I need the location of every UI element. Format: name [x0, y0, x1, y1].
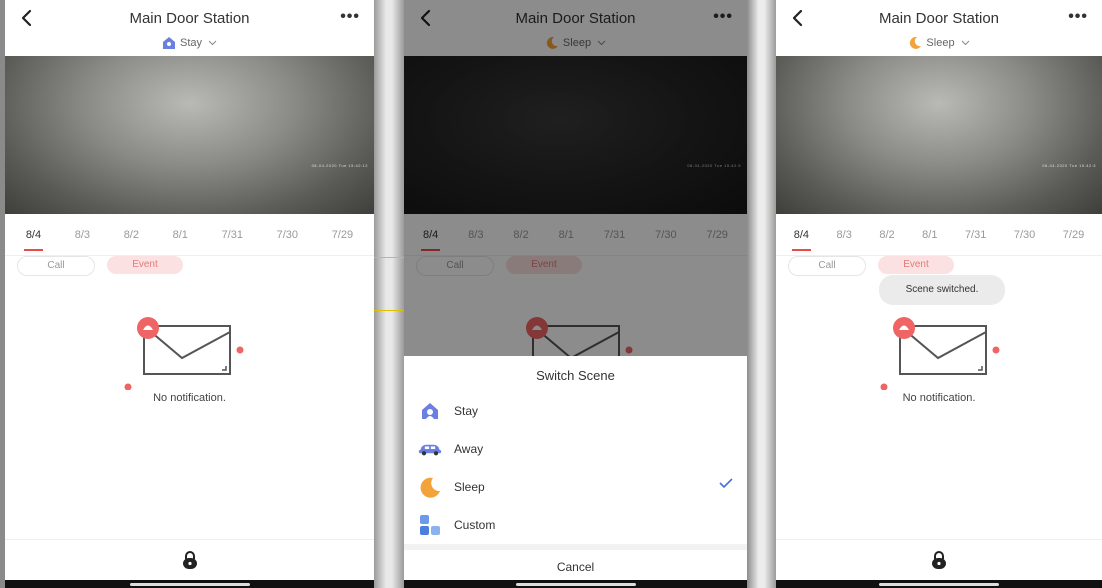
scene-option-sleep[interactable]: Sleep [404, 468, 747, 506]
page-title: Main Door Station [129, 10, 250, 27]
option-label: Sleep [454, 480, 485, 494]
divider [404, 544, 747, 550]
event-filter-button[interactable]: Event [107, 256, 183, 274]
scene-option-custom[interactable]: Custom [404, 506, 747, 544]
home-indicator[interactable] [129, 583, 250, 586]
option-label: Stay [454, 404, 479, 418]
envelope-illustration-icon [124, 317, 244, 390]
date-tabs: 8/4 8/3 8/2 8/1 7/31 7/30 7/29 [5, 214, 374, 256]
chevron-down-icon [208, 40, 217, 46]
screen-sleep: Main Door Station ••• Sleep 08-04-2020 T… [776, 0, 1102, 588]
more-options-icon[interactable]: ••• [340, 8, 360, 26]
cancel-button[interactable]: Cancel [404, 552, 747, 582]
empty-message: No notification. [153, 392, 226, 404]
switch-scene-sheet: Switch Scene Stay Away Sleep Custom Canc… [404, 356, 747, 588]
date-tab[interactable]: 7/29 [328, 223, 357, 247]
screen-stay: Main Door Station ••• Stay 08-04-2020 Tu… [5, 0, 374, 588]
moon-icon [910, 36, 922, 49]
page-title: Main Door Station [878, 10, 1000, 27]
more-options-icon[interactable]: ••• [1068, 8, 1088, 26]
date-tab[interactable]: 7/30 [273, 223, 302, 247]
video-timestamp: 08-04-2020 Tue 15:42:12 [311, 163, 368, 168]
option-label: Custom [454, 518, 496, 532]
date-tab[interactable]: 8/4 [22, 223, 45, 251]
date-tabs: 8/4 8/3 8/2 8/1 7/31 7/30 7/29 [776, 214, 1102, 256]
dim-overlay[interactable] [404, 0, 747, 356]
filter-chips: Call Event [788, 256, 954, 276]
envelope-illustration-icon [880, 317, 1000, 390]
date-tab[interactable]: 7/31 [961, 223, 990, 247]
empty-state: No notification. [776, 310, 1102, 410]
scene-selector[interactable]: Sleep [776, 36, 1102, 50]
date-tab[interactable]: 8/1 [169, 223, 192, 247]
date-tab[interactable]: 8/2 [875, 223, 898, 247]
screen-switch-scene: Main Door Station ••• Sleep 08-04-2020 T… [404, 0, 747, 588]
check-icon [719, 478, 733, 488]
date-tab[interactable]: 8/3 [71, 223, 94, 247]
scene-label: Sleep [926, 36, 955, 49]
house-icon [422, 403, 438, 419]
custom-scene-icon [420, 515, 440, 535]
date-tab[interactable]: 8/1 [918, 223, 941, 247]
house-icon [162, 37, 175, 49]
call-filter-button[interactable]: Call [17, 256, 95, 276]
date-tab[interactable]: 7/29 [1059, 223, 1088, 247]
empty-message: No notification. [902, 392, 976, 404]
empty-state: No notification. [5, 310, 374, 410]
chevron-down-icon [961, 40, 969, 46]
moon-icon [420, 477, 440, 498]
bottom-bar [776, 539, 1102, 588]
live-video[interactable]: 08-04-2020 Tue 15:42:12 [5, 56, 374, 214]
bottom-bar [5, 539, 374, 588]
scene-selector[interactable]: Stay [5, 36, 374, 50]
date-tab[interactable]: 8/2 [120, 223, 143, 247]
call-filter-button[interactable]: Call [788, 256, 866, 276]
date-tab[interactable]: 8/3 [833, 223, 856, 247]
date-tab[interactable]: 7/31 [218, 223, 247, 247]
date-tab[interactable]: 8/4 [790, 223, 813, 251]
unlock-icon[interactable] [182, 550, 198, 570]
event-filter-button[interactable]: Event [878, 256, 954, 274]
header: Main Door Station ••• Stay [5, 0, 374, 56]
home-indicator[interactable] [515, 583, 636, 586]
filter-chips: Call Event [17, 256, 183, 276]
date-tab[interactable]: 7/30 [1010, 223, 1039, 247]
header: Main Door Station ••• Sleep [776, 0, 1102, 56]
toast-message: Scene switched. [879, 275, 1005, 305]
live-video[interactable]: 08-04-2020 Tue 15:42:3 [776, 56, 1102, 214]
video-timestamp: 08-04-2020 Tue 15:42:3 [1042, 163, 1096, 168]
scene-label: Stay [179, 36, 202, 49]
home-indicator[interactable] [879, 583, 999, 586]
scene-option-away[interactable]: Away [404, 430, 747, 468]
option-label: Away [454, 442, 484, 456]
unlock-icon[interactable] [931, 550, 947, 570]
scene-option-stay[interactable]: Stay [404, 392, 747, 430]
car-icon [418, 444, 442, 456]
sheet-title: Switch Scene [536, 368, 615, 383]
